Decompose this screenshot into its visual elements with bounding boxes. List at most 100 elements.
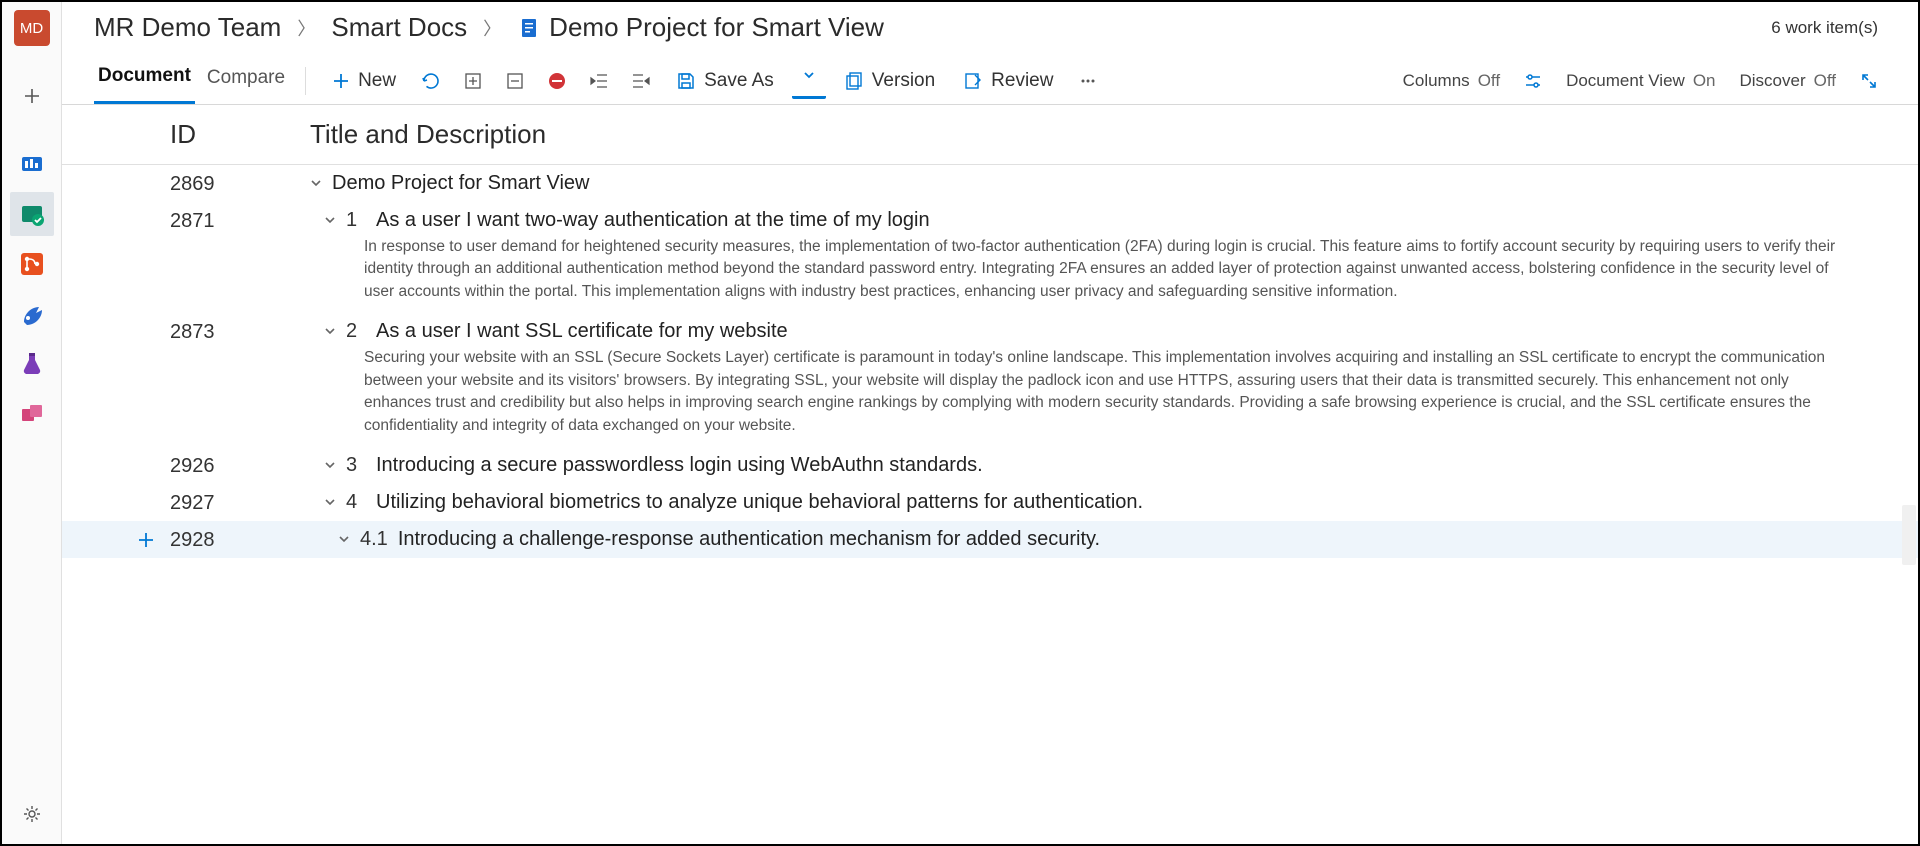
fullscreen-icon <box>1860 72 1878 90</box>
work-item-row[interactable]: 2926 3 Introducing a secure passwordless l… <box>62 447 1918 484</box>
work-item-row[interactable]: 2869 Demo Project for Smart View <box>62 165 1918 202</box>
new-button-label: New <box>358 70 396 92</box>
row-gutter <box>122 490 170 494</box>
save-as-dropdown[interactable] <box>792 65 826 99</box>
column-options-button[interactable] <box>1516 64 1550 98</box>
rows-container: 2869 Demo Project for Smart View 28711As a… <box>62 165 1918 844</box>
work-item-id: 2926 <box>170 453 310 478</box>
save-as-button[interactable]: Save As <box>666 64 784 98</box>
docview-value: On <box>1693 71 1716 91</box>
outdent-icon <box>589 71 609 91</box>
review-button[interactable]: Review <box>953 64 1063 98</box>
collapse-all-button[interactable] <box>498 64 532 98</box>
version-icon <box>844 71 864 91</box>
docview-label: Document View <box>1566 71 1685 91</box>
column-header: ID Title and Description <box>62 105 1918 165</box>
settings-button[interactable] <box>10 792 54 836</box>
work-item-number: 3 <box>346 454 366 477</box>
work-item-row[interactable]: 28732As a user I want SSL certificate fo… <box>62 313 1918 447</box>
rail-item-test-plans[interactable] <box>10 342 54 386</box>
work-items-count: 6 work item(s) <box>1771 18 1886 38</box>
delete-icon <box>547 71 567 91</box>
add-button[interactable] <box>10 74 54 118</box>
work-item-title[interactable]: As a user I want two-way authentication … <box>376 209 930 232</box>
chevron-down-icon[interactable] <box>324 490 336 511</box>
outdent-button[interactable] <box>582 64 616 98</box>
work-item-description: In response to user demand for heightene… <box>310 232 1886 307</box>
discover-toggle[interactable]: Discover Off <box>1732 67 1845 95</box>
chevron-down-icon[interactable] <box>310 171 322 192</box>
fullscreen-button[interactable] <box>1852 64 1886 98</box>
work-item-row[interactable]: 29284.1Introducing a challenge-response … <box>62 521 1918 558</box>
columns-toggle[interactable]: Columns Off <box>1395 67 1508 95</box>
row-gutter <box>122 319 170 323</box>
work-item-body: 4 Utilizing behavioral biometrics to anal… <box>310 490 1886 514</box>
tab-compare[interactable]: Compare <box>203 59 289 103</box>
chevron-down-icon <box>802 68 816 82</box>
work-item-id: 2869 <box>170 171 310 196</box>
new-button[interactable]: New <box>322 64 406 98</box>
work-item-body: Demo Project for Smart View <box>310 171 1886 195</box>
avatar[interactable]: MD <box>14 10 50 46</box>
save-icon <box>676 71 696 91</box>
work-item-title[interactable]: As a user I want SSL certificate for my … <box>376 320 788 343</box>
plus-icon <box>137 531 155 549</box>
header: MR Demo Team 〉 Smart Docs 〉 Demo Project… <box>62 2 1918 51</box>
expand-all-button[interactable] <box>456 64 490 98</box>
work-item-title[interactable]: Demo Project for Smart View <box>332 172 590 195</box>
chevron-down-icon[interactable] <box>324 208 336 229</box>
tab-document[interactable]: Document <box>94 57 195 104</box>
document-view-toggle[interactable]: Document View On <box>1558 67 1723 95</box>
version-button[interactable]: Version <box>834 64 945 98</box>
chevron-right-icon: 〉 <box>297 15 315 41</box>
discover-label: Discover <box>1740 71 1806 91</box>
work-item-title[interactable]: Utilizing behavioral biometrics to analy… <box>376 491 1143 514</box>
indent-button[interactable] <box>624 64 658 98</box>
row-gutter <box>122 453 170 457</box>
chevron-down-icon[interactable] <box>324 453 336 474</box>
breadcrumb-project[interactable]: Demo Project for Smart View <box>517 12 884 43</box>
work-item-id: 2927 <box>170 490 310 515</box>
chevron-right-icon: 〉 <box>483 15 501 41</box>
rail-item-pipelines[interactable] <box>10 292 54 336</box>
refresh-icon <box>421 71 441 91</box>
version-label: Version <box>872 70 935 92</box>
delete-button[interactable] <box>540 64 574 98</box>
breadcrumb-team[interactable]: MR Demo Team <box>94 12 281 43</box>
discover-value: Off <box>1814 71 1836 91</box>
breadcrumb: MR Demo Team 〉 Smart Docs 〉 Demo Project… <box>94 12 1771 43</box>
work-item-row[interactable]: 2927 4 Utilizing behavioral biometrics to … <box>62 484 1918 521</box>
document-icon <box>517 16 541 40</box>
columns-value: Off <box>1478 71 1500 91</box>
review-icon <box>963 71 983 91</box>
work-item-body: 2As a user I want SSL certificate for my… <box>310 319 1886 441</box>
work-item-number: 4 <box>346 491 366 514</box>
column-id[interactable]: ID <box>170 119 310 150</box>
left-rail: MD <box>2 2 62 844</box>
expand-icon <box>464 72 482 90</box>
main-area: MR Demo Team 〉 Smart Docs 〉 Demo Project… <box>62 2 1918 844</box>
column-title[interactable]: Title and Description <box>310 119 546 150</box>
add-child-button[interactable] <box>122 527 170 549</box>
work-item-title[interactable]: Introducing a secure passwordless login … <box>376 454 983 477</box>
work-item-row[interactable]: 28711As a user I want two-way authentica… <box>62 202 1918 313</box>
gear-icon <box>22 804 42 824</box>
chevron-down-icon[interactable] <box>324 319 336 340</box>
chevron-down-icon[interactable] <box>338 527 350 548</box>
more-button[interactable] <box>1071 64 1105 98</box>
rail-item-smart-docs[interactable] <box>10 192 54 236</box>
rail-item-repos[interactable] <box>10 242 54 286</box>
work-item-description: Securing your website with an SSL (Secur… <box>310 343 1886 441</box>
breadcrumb-section[interactable]: Smart Docs <box>331 12 467 43</box>
work-item-id: 2871 <box>170 208 310 233</box>
work-item-body: 4.1Introducing a challenge-response auth… <box>310 527 1886 551</box>
breadcrumb-project-label: Demo Project for Smart View <box>549 12 884 43</box>
scrollbar[interactable] <box>1902 505 1916 565</box>
separator <box>305 67 306 95</box>
work-item-title[interactable]: Introducing a challenge-response authent… <box>398 528 1100 551</box>
rail-item-dashboard[interactable] <box>10 142 54 186</box>
plus-icon <box>332 72 350 90</box>
row-gutter <box>122 208 170 212</box>
rail-item-artifacts[interactable] <box>10 392 54 436</box>
refresh-button[interactable] <box>414 64 448 98</box>
